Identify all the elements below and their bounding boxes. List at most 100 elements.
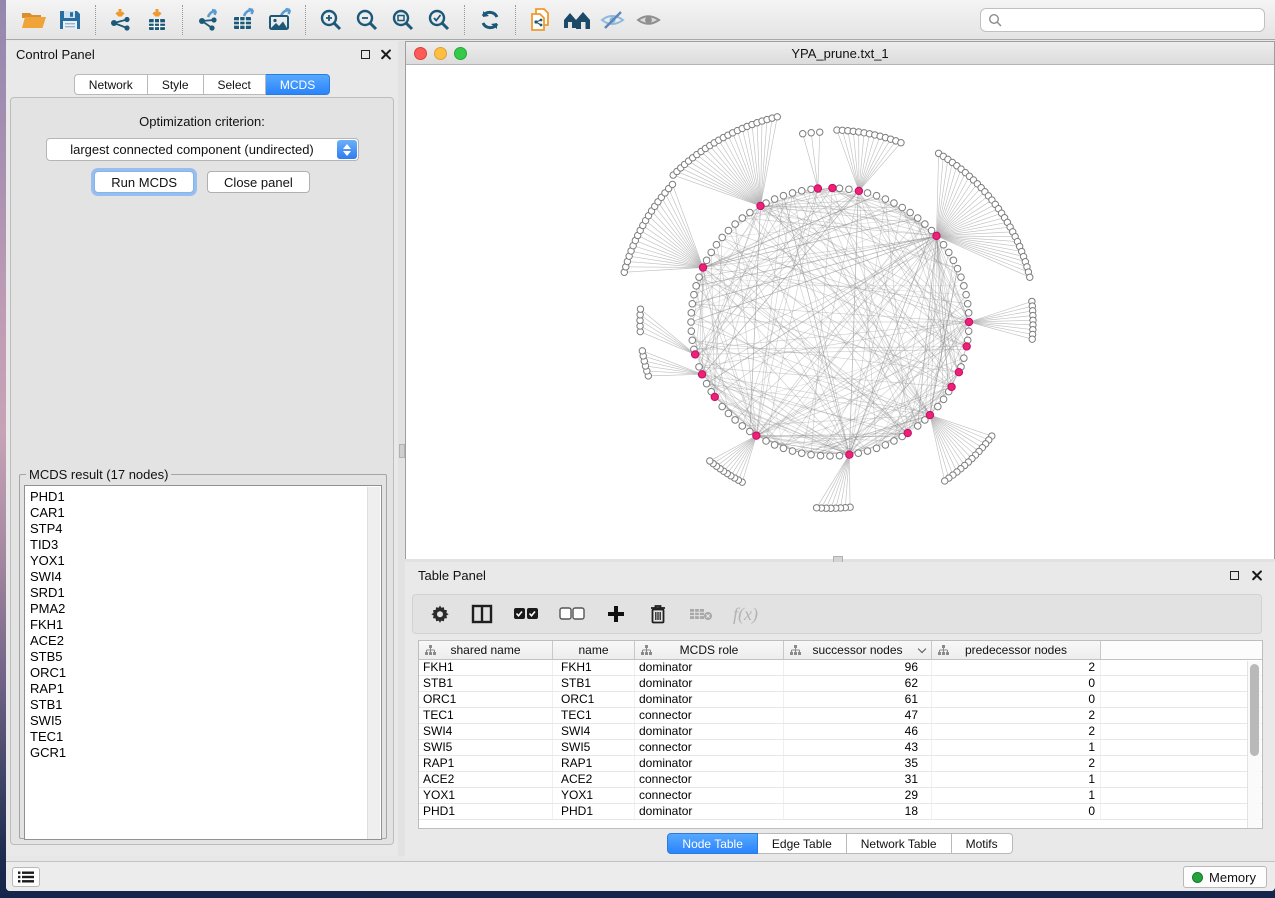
import-network-button[interactable] bbox=[103, 3, 139, 37]
zoom-fit-button[interactable] bbox=[385, 3, 421, 37]
mcds-result-item[interactable]: YOX1 bbox=[30, 553, 381, 569]
search-input[interactable] bbox=[1002, 13, 1257, 27]
mcds-result-item[interactable]: SWI5 bbox=[30, 713, 381, 729]
column-header-successor-nodes[interactable]: successor nodes bbox=[784, 641, 932, 659]
mcds-result-item[interactable]: STB1 bbox=[30, 697, 381, 713]
close-table-panel-icon[interactable] bbox=[1249, 568, 1263, 582]
table-cell: STB1 bbox=[419, 676, 553, 691]
table-row[interactable]: STB1STB1dominator620 bbox=[419, 676, 1262, 692]
table-cell: connector bbox=[635, 740, 784, 755]
show-hide-columns-icon[interactable] bbox=[471, 601, 493, 627]
delete-table-icon[interactable] bbox=[689, 601, 713, 627]
table-cell: 62 bbox=[784, 676, 932, 691]
import-table-button[interactable] bbox=[139, 3, 175, 37]
mcds-result-list[interactable]: PHD1CAR1STP4TID3YOX1SWI4SRD1PMA2FKH1ACE2… bbox=[24, 485, 382, 840]
mcds-result-item[interactable]: PMA2 bbox=[30, 601, 381, 617]
mcds-result-item[interactable]: SRD1 bbox=[30, 585, 381, 601]
select-all-icon[interactable] bbox=[513, 601, 539, 627]
mcds-result-item[interactable]: ACE2 bbox=[30, 633, 381, 649]
memory-button[interactable]: Memory bbox=[1183, 866, 1267, 888]
export-image-button[interactable] bbox=[262, 3, 298, 37]
table-cell: SWI4 bbox=[553, 724, 635, 739]
table-row[interactable]: ACE2ACE2connector311 bbox=[419, 772, 1262, 788]
zoom-selected-button[interactable] bbox=[421, 3, 457, 37]
mcds-result-item[interactable]: SWI4 bbox=[30, 569, 381, 585]
tab-select[interactable]: Select bbox=[204, 74, 266, 95]
mcds-result-item[interactable]: FKH1 bbox=[30, 617, 381, 633]
table-tab-node-table[interactable]: Node Table bbox=[667, 833, 758, 854]
close-panel-button[interactable]: Close panel bbox=[207, 171, 310, 193]
deselect-all-icon[interactable] bbox=[559, 601, 585, 627]
column-header-name[interactable]: name bbox=[553, 641, 635, 659]
table-cell: 47 bbox=[784, 708, 932, 723]
export-table-button[interactable] bbox=[226, 3, 262, 37]
optimization-criterion-select[interactable]: largest connected component (undirected) bbox=[46, 138, 359, 161]
table-cell: 1 bbox=[932, 740, 1101, 755]
column-header-shared-name[interactable]: shared name bbox=[419, 641, 553, 659]
tab-network[interactable]: Network bbox=[74, 74, 148, 95]
mcds-result-scrollbar[interactable] bbox=[367, 487, 380, 840]
table-row[interactable]: RAP1RAP1dominator352 bbox=[419, 756, 1262, 772]
refresh-layout-button[interactable] bbox=[472, 3, 508, 37]
import-table-icon bbox=[144, 7, 170, 33]
table-row[interactable]: SWI4SWI4dominator462 bbox=[419, 724, 1262, 740]
export-network-button[interactable] bbox=[190, 3, 226, 37]
eye-icon bbox=[635, 8, 663, 32]
mcds-result-item[interactable]: PHD1 bbox=[30, 489, 381, 505]
status-bar: Memory bbox=[6, 861, 1275, 891]
zoom-in-icon bbox=[318, 7, 344, 33]
mcds-result-item[interactable]: GCR1 bbox=[30, 745, 381, 761]
network-graph-canvas[interactable] bbox=[406, 65, 1274, 559]
table-row[interactable]: ORC1ORC1dominator610 bbox=[419, 692, 1262, 708]
mcds-result-item[interactable]: RAP1 bbox=[30, 681, 381, 697]
hide-selected-button[interactable] bbox=[595, 3, 631, 37]
delete-column-icon[interactable] bbox=[647, 601, 669, 627]
run-mcds-button[interactable]: Run MCDS bbox=[94, 171, 194, 193]
table-row[interactable]: TEC1TEC1connector472 bbox=[419, 708, 1262, 724]
clone-network-button[interactable] bbox=[523, 3, 559, 37]
table-settings-gear-icon[interactable] bbox=[429, 601, 451, 627]
table-row[interactable]: YOX1YOX1connector291 bbox=[419, 788, 1262, 804]
tab-mcds[interactable]: MCDS bbox=[266, 74, 330, 95]
vertical-splitter-handle[interactable] bbox=[399, 444, 405, 458]
close-panel-icon[interactable] bbox=[378, 47, 392, 61]
tab-style[interactable]: Style bbox=[148, 74, 204, 95]
table-cell: TEC1 bbox=[419, 708, 553, 723]
first-neighbors-button[interactable] bbox=[559, 3, 595, 37]
add-column-icon[interactable] bbox=[605, 601, 627, 627]
table-row[interactable]: FKH1FKH1dominator962 bbox=[419, 660, 1262, 676]
table-row[interactable]: PHD1PHD1dominator180 bbox=[419, 804, 1262, 820]
function-builder-icon[interactable]: f(x) bbox=[733, 601, 758, 627]
table-tab-edge-table[interactable]: Edge Table bbox=[758, 833, 847, 854]
task-history-button[interactable] bbox=[12, 867, 40, 887]
float-table-panel-icon[interactable] bbox=[1227, 568, 1241, 582]
mcds-result-item[interactable]: STB5 bbox=[30, 649, 381, 665]
table-tab-network-table[interactable]: Network Table bbox=[847, 833, 952, 854]
mcds-result-item[interactable]: TID3 bbox=[30, 537, 381, 553]
mcds-result-item[interactable]: ORC1 bbox=[30, 665, 381, 681]
mcds-result-group: MCDS result (17 nodes) PHD1CAR1STP4TID3Y… bbox=[19, 467, 387, 839]
table-scrollbar-thumb[interactable] bbox=[1250, 664, 1259, 756]
save-session-button[interactable] bbox=[52, 3, 88, 37]
table-row[interactable]: SWI5SWI5connector431 bbox=[419, 740, 1262, 756]
show-all-button[interactable] bbox=[631, 3, 667, 37]
mcds-result-item[interactable]: TEC1 bbox=[30, 729, 381, 745]
float-panel-icon[interactable] bbox=[358, 47, 372, 61]
column-header-MCDS-role[interactable]: MCDS role bbox=[635, 641, 784, 659]
zoom-in-button[interactable] bbox=[313, 3, 349, 37]
minimize-window-icon[interactable] bbox=[434, 47, 447, 60]
sort-desc-icon bbox=[918, 645, 926, 653]
network-window-titlebar[interactable]: YPA_prune.txt_1 bbox=[406, 42, 1274, 65]
table-cell: FKH1 bbox=[553, 660, 635, 675]
close-window-icon[interactable] bbox=[414, 47, 427, 60]
mcds-result-item[interactable]: CAR1 bbox=[30, 505, 381, 521]
maximize-window-icon[interactable] bbox=[454, 47, 467, 60]
zoom-out-button[interactable] bbox=[349, 3, 385, 37]
column-header-predecessor-nodes[interactable]: predecessor nodes bbox=[932, 641, 1101, 659]
table-tab-motifs[interactable]: Motifs bbox=[952, 833, 1013, 854]
open-file-button[interactable] bbox=[16, 3, 52, 37]
vertical-splitter[interactable] bbox=[398, 41, 405, 856]
zoom-out-icon bbox=[354, 7, 380, 33]
mcds-result-item[interactable]: STP4 bbox=[30, 521, 381, 537]
table-scrollbar[interactable] bbox=[1247, 661, 1261, 828]
